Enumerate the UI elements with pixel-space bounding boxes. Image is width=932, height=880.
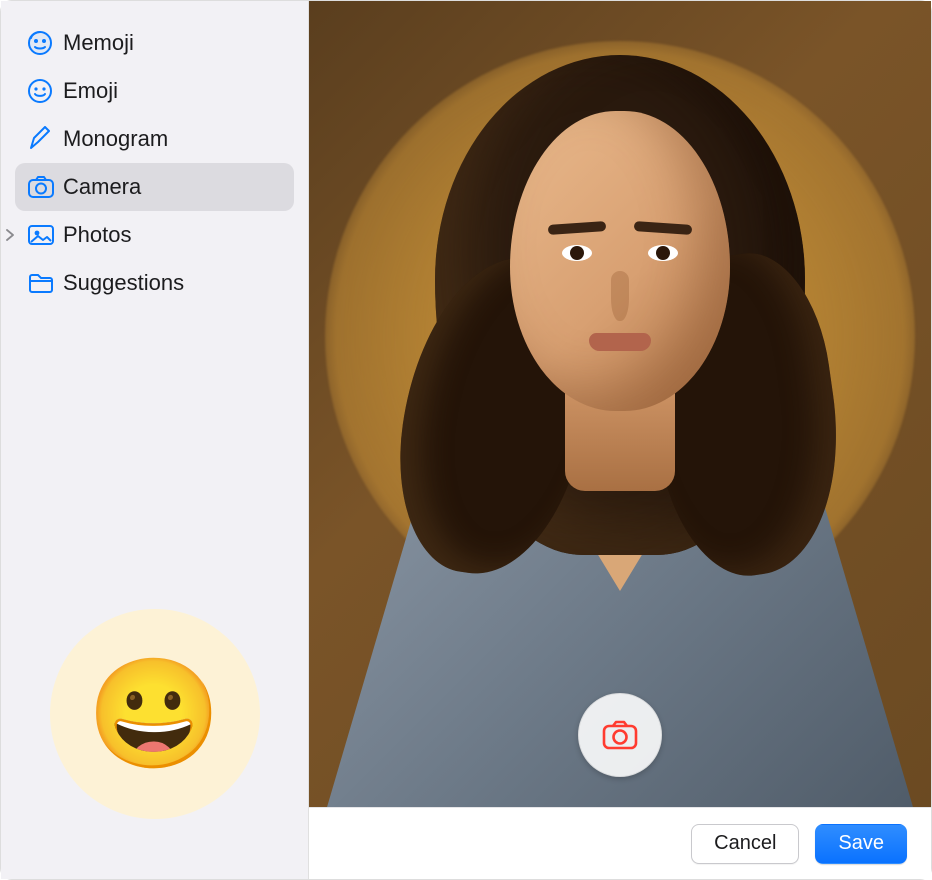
pencil-icon	[27, 126, 63, 152]
sidebar-item-label: Photos	[63, 222, 132, 248]
camera-live-view	[309, 1, 931, 807]
main-panel: Cancel Save	[309, 1, 931, 879]
save-button[interactable]: Save	[815, 824, 907, 864]
dialog-footer: Cancel Save	[309, 807, 931, 879]
current-picture-preview: 😀	[1, 609, 308, 879]
camera-subject-person	[390, 51, 850, 771]
sidebar: Memoji Emoji Monogram	[1, 1, 309, 879]
sidebar-item-memoji[interactable]: Memoji	[15, 19, 294, 67]
sidebar-item-label: Camera	[63, 174, 141, 200]
sidebar-item-monogram[interactable]: Monogram	[15, 115, 294, 163]
chevron-right-icon	[5, 229, 15, 241]
capture-photo-button[interactable]	[578, 693, 662, 777]
emoji-smile-icon	[27, 78, 63, 104]
sidebar-item-label: Emoji	[63, 78, 118, 104]
preview-emoji: 😀	[50, 609, 260, 819]
photos-icon	[27, 223, 63, 247]
sidebar-list: Memoji Emoji Monogram	[1, 19, 308, 307]
sidebar-item-emoji[interactable]: Emoji	[15, 67, 294, 115]
memoji-face-icon	[27, 30, 63, 56]
camera-icon	[27, 175, 63, 199]
cancel-button[interactable]: Cancel	[691, 824, 799, 864]
sidebar-item-suggestions[interactable]: Suggestions	[15, 259, 294, 307]
sidebar-item-photos[interactable]: Photos	[15, 211, 294, 259]
sidebar-item-label: Monogram	[63, 126, 168, 152]
camera-capture-icon	[601, 719, 639, 751]
folder-icon	[27, 272, 63, 294]
sidebar-item-label: Suggestions	[63, 270, 184, 296]
sidebar-item-label: Memoji	[63, 30, 134, 56]
sidebar-item-camera[interactable]: Camera	[15, 163, 294, 211]
